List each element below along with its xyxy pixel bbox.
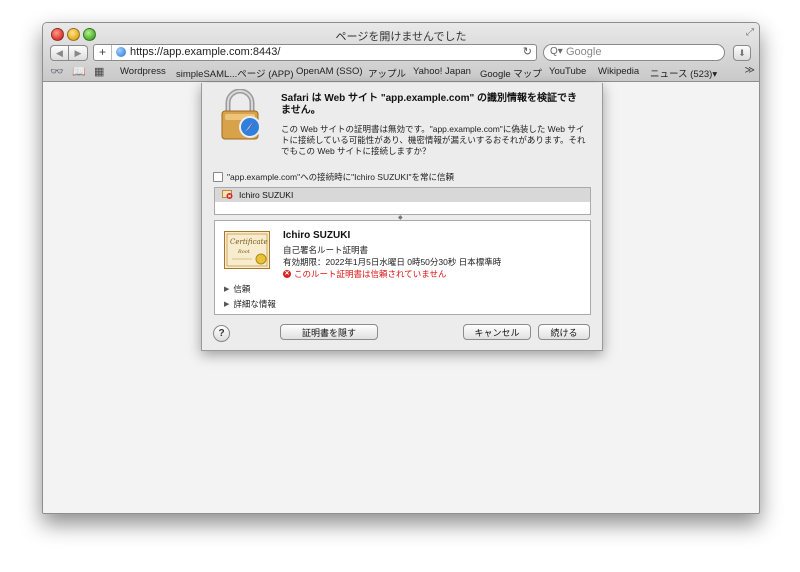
error-icon: ✕ [283, 270, 291, 278]
bookmark-item[interactable]: Wikipedia [598, 66, 639, 77]
certificate-warning-text: このルート証明書は信頼されていません [294, 269, 447, 279]
padlock-icon [221, 89, 261, 140]
certificate-image-icon: Certificate Root [224, 231, 270, 269]
bookmark-item[interactable]: Yahoo! Japan [413, 66, 471, 77]
trust-checkbox[interactable] [213, 172, 223, 182]
search-icon: Q▾ [550, 46, 563, 57]
dialog-title: Safari は Web サイト "app.example.com" の識別情報… [281, 93, 578, 116]
trust-section-label: 信頼 [233, 284, 251, 294]
globe-icon [116, 47, 126, 57]
more-bookmarks-icon[interactable]: ≫ [745, 65, 755, 76]
trust-checkbox-label: "app.example.com"への接続時に"Ichiro SUZUKI"を常… [227, 172, 454, 182]
browser-window: ページを開けませんでした ⤢ ◀ ▶ + https://app.example… [42, 22, 760, 514]
disclosure-triangle-icon: ▶ [224, 301, 230, 308]
bookmark-item[interactable]: ニュース (523)▾ [650, 66, 717, 80]
bookmarks-bar: 👓 📖 ▦ Wordpress simpleSAML...ページ (APP) O… [43, 63, 759, 80]
add-bookmark-button[interactable]: + [94, 45, 112, 60]
hide-certificate-button[interactable]: 証明書を隠す [280, 324, 378, 340]
bookmark-item[interactable]: OpenAM (SSO) [296, 66, 363, 77]
dialog-message: この Web サイトの証明書は無効です。"app.example.com"に偽装… [281, 124, 586, 156]
search-field[interactable]: Q▾ Google [543, 44, 725, 61]
certificate-warning: ✕ このルート証明書は信頼されていません [283, 268, 447, 280]
window-title: ページを開けませんでした [335, 31, 467, 43]
page-content: Safari は Web サイト "app.example.com" の識別情報… [43, 82, 759, 513]
search-placeholder: Google [566, 46, 602, 58]
disclosure-triangle-icon: ▶ [224, 286, 230, 293]
certificate-list[interactable]: Ichiro SUZUKI [214, 187, 591, 215]
url-text[interactable]: https://app.example.com:8443/ [130, 46, 280, 58]
certificate-dialog: Safari は Web サイト "app.example.com" の識別情報… [201, 83, 603, 351]
bookmark-item[interactable]: Wordpress [120, 66, 166, 77]
certificate-name: Ichiro SUZUKI [283, 230, 351, 241]
bookmark-item[interactable]: Google マップ [480, 66, 542, 80]
certificate-list-item[interactable]: Ichiro SUZUKI [215, 188, 590, 202]
certificate-expiry: 有効期限：2022年1月5日水曜日 0時50分30秒 日本標準時 [283, 257, 502, 267]
details-section-label: 詳細な情報 [233, 299, 276, 309]
address-bar[interactable]: + https://app.example.com:8443/ ↻ [93, 44, 537, 61]
top-sites-grid-icon[interactable]: ▦ [94, 65, 104, 78]
certificate-image-subtext: Root [237, 249, 251, 255]
certificate-list-label: Ichiro SUZUKI [239, 190, 294, 200]
continue-button[interactable]: 続ける [538, 324, 590, 340]
cancel-button[interactable]: キャンセル [463, 324, 531, 340]
reading-list-icon[interactable]: 👓 [50, 65, 64, 78]
bookmark-item[interactable]: simpleSAML...ページ (APP) [176, 66, 294, 80]
bookmark-item[interactable]: アップル [368, 66, 406, 80]
certificate-type: 自己署名ルート証明書 [283, 245, 369, 255]
bookmark-item[interactable]: YouTube [549, 66, 586, 77]
certificate-image-text: Certificate [230, 238, 268, 246]
trust-checkbox-row[interactable]: "app.example.com"への接続時に"Ichiro SUZUKI"を常… [213, 171, 454, 183]
bookmarks-book-icon[interactable]: 📖 [72, 65, 86, 78]
details-section-toggle[interactable]: ▶ 詳細な情報 [224, 298, 276, 310]
forward-button[interactable]: ▶ [69, 45, 88, 61]
certificate-detail-panel: Certificate Root Ichiro SUZUKI 自己署名ルート証明… [214, 220, 591, 315]
certificate-untrusted-icon [222, 190, 233, 199]
trust-section-toggle[interactable]: ▶ 信頼 [224, 283, 250, 295]
back-button[interactable]: ◀ [50, 45, 69, 61]
reload-icon[interactable]: ↻ [523, 45, 532, 58]
downloads-button[interactable]: ⬇ [733, 45, 751, 61]
fullscreen-icon[interactable]: ⤢ [746, 27, 754, 38]
help-button[interactable]: ? [213, 325, 230, 342]
browser-toolbar: ページを開けませんでした ⤢ ◀ ▶ + https://app.example… [43, 23, 759, 82]
